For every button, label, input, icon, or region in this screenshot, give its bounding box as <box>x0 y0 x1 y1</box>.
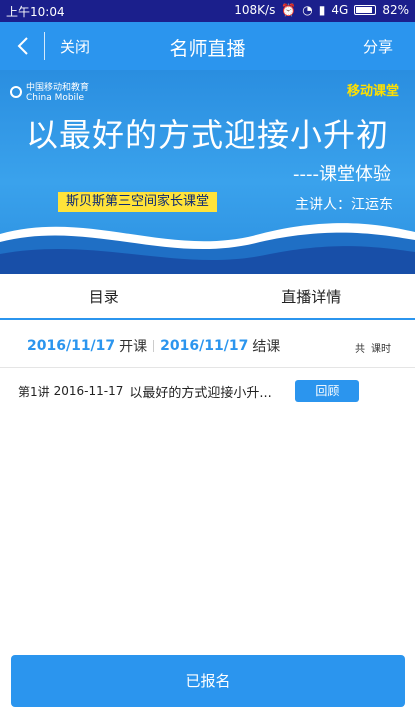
status-right: 108K/s ⏰ ◔ ▮ 4G 82% <box>234 3 409 17</box>
total-suffix: 课时 <box>371 344 391 355</box>
start-date: 2016/11/17 <box>27 338 116 354</box>
total-lessons: 共课时 <box>355 340 391 355</box>
network-type: 4G <box>331 3 349 17</box>
brand-name-en: China Mobile <box>26 93 85 103</box>
page-title: 名师直播 <box>169 38 246 60</box>
net-speed: 108K/s <box>234 3 276 17</box>
banner-tag: 移动课堂 <box>346 84 399 99</box>
status-bar: 上午10:04 108K/s ⏰ ◔ ▮ 4G 82% <box>0 0 415 22</box>
end-date: 2016/11/17 <box>160 338 249 354</box>
status-time: 上午10:04 <box>6 5 65 19</box>
list-item: 第1讲 2016-11-17 以最好的方式迎接小升... 回顾 <box>18 378 408 404</box>
china-mobile-logo-icon <box>10 85 22 98</box>
review-button[interactable]: 回顾 <box>295 380 360 402</box>
banner-headline: 以最好的方式迎接小升初 <box>25 116 389 154</box>
total-prefix: 共 <box>355 344 365 355</box>
lesson-date: 2016-11-17 <box>53 384 124 398</box>
alarm-icon: ⏰ <box>281 3 297 17</box>
banner-waves <box>0 223 415 274</box>
tab-live-details[interactable]: 直播详情 <box>208 274 415 318</box>
tab-catalog[interactable]: 目录 <box>0 274 208 318</box>
banner-subline: ----课堂体验 <box>293 164 391 185</box>
end-label: 结课 <box>252 339 281 355</box>
schedule-divider <box>153 340 155 352</box>
lesson-number: 第1讲 <box>18 384 50 399</box>
course-banner: 中国移动 China Mobile 和教育 移动课堂 以最好的方式迎接小升初 -… <box>0 70 415 274</box>
share-button[interactable]: 分享 <box>363 36 393 57</box>
tab-bar: 目录 直播详情 <box>0 274 415 320</box>
schedule-dates: 2016/11/17 开课 2016/11/17 结课 <box>27 336 280 356</box>
top-nav-bar: 关闭 名师直播 分享 <box>0 22 415 70</box>
edu-logo: 和教育 <box>62 80 89 93</box>
brand-name: 中国移动 <box>26 83 63 93</box>
schedule-row: 2016/11/17 开课 2016/11/17 结课 共课时 <box>0 322 415 368</box>
lesson-title: 以最好的方式迎接小升... <box>129 385 272 401</box>
wifi-icon: ◔ <box>302 3 313 17</box>
edu-brand-name: 和教育 <box>62 83 90 93</box>
enrolled-button[interactable]: 已报名 <box>11 655 405 707</box>
battery-icon <box>354 5 377 15</box>
battery-level: 82% <box>382 3 409 17</box>
signal-icon: ▮ <box>318 3 326 17</box>
start-label: 开课 <box>119 339 148 355</box>
